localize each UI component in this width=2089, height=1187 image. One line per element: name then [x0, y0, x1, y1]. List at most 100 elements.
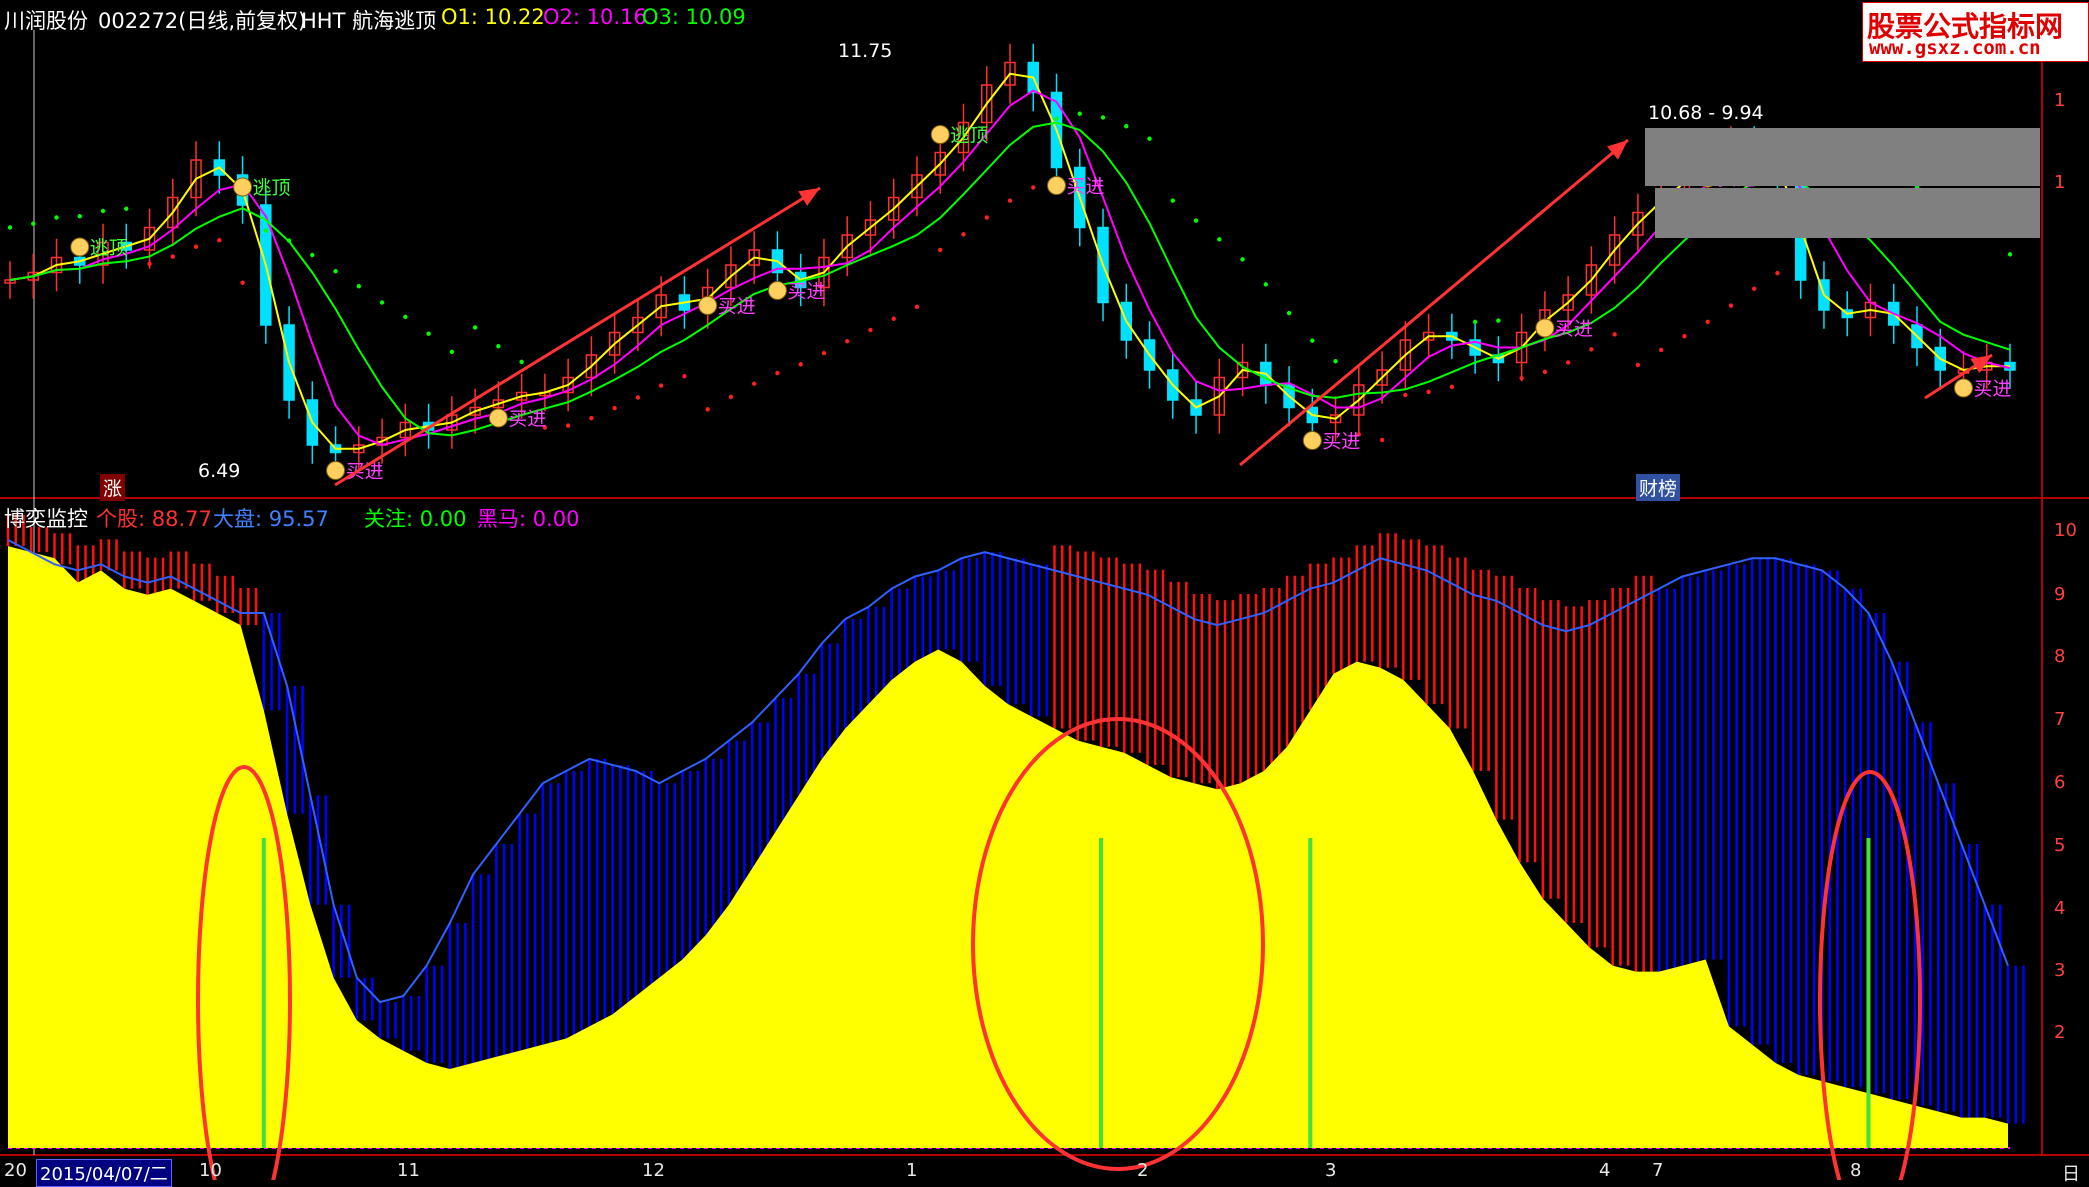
trailing-stop-dot [868, 327, 873, 333]
x-axis-month-label: 2 [1137, 1160, 1149, 1181]
trailing-stop-dot [984, 215, 989, 220]
x-axis-month-label: 10 [199, 1160, 222, 1181]
trailing-stop-dot [821, 350, 827, 356]
trailing-stop-dot [1542, 369, 1548, 375]
x-axis-right-label: 日 [2062, 1164, 2080, 1185]
signal-text: 买进 [346, 461, 384, 483]
trailing-stop-dot [1379, 437, 1385, 443]
trailing-stop-dot [775, 370, 780, 376]
trailing-stop-dot [7, 225, 13, 230]
x-axis-first-label: 20 [4, 1160, 27, 1181]
x-axis-month-label: 3 [1325, 1160, 1337, 1181]
money-bag-icon [70, 237, 90, 257]
signal-text: 逃顶 [253, 177, 291, 199]
lower-y-tick: 10 [2054, 520, 2077, 541]
buy-signal-icon: 买进 [1047, 176, 1105, 198]
money-bag-icon [930, 125, 950, 144]
trailing-stop-dot [1031, 185, 1036, 190]
buy-signal-icon: 买进 [488, 408, 546, 430]
trailing-stop-dot [891, 316, 896, 321]
x-axis-month-label: 12 [642, 1160, 665, 1181]
trailing-stop-dot [751, 381, 757, 386]
money-bag-icon [1302, 431, 1322, 450]
trailing-stop-dot [1728, 303, 1734, 308]
money-bag-icon [1953, 378, 1973, 398]
trailing-stop-dot [31, 221, 36, 226]
stock-name: 川润股份 [4, 9, 88, 33]
buy-signal-icon: 买进 [698, 296, 756, 318]
lower-y-tick: 5 [2054, 835, 2066, 856]
trailing-stop-dot [1124, 124, 1129, 129]
price-y-tick: 1 [2054, 90, 2066, 111]
trailing-stop-dot [728, 394, 734, 400]
trailing-stop-dot [310, 252, 315, 258]
escape-top-icon: 逃顶 [930, 125, 988, 147]
resistance-box [1655, 188, 2040, 238]
trailing-stop-dot [1100, 115, 1106, 120]
trailing-stop-dot [379, 300, 385, 305]
stock-code: 002272(日线,前复权) [98, 9, 307, 33]
trailing-stop-dot [1193, 218, 1199, 223]
escape-top-icon: 逃顶 [70, 237, 128, 259]
buy-signal-icon: 买进 [1535, 318, 1593, 340]
trailing-stop-dot [1054, 116, 1059, 121]
lower-y-tick: 9 [2054, 584, 2066, 605]
trailing-stop-dot [938, 247, 943, 253]
money-bag-icon [488, 408, 508, 428]
x-axis-month-label: 11 [397, 1160, 420, 1181]
trailing-stop-dot [1612, 332, 1617, 337]
caibang-badge[interactable]: 财榜 [1636, 474, 1681, 501]
signal-text: 买进 [1322, 431, 1360, 453]
trailing-stop-dot [519, 359, 524, 365]
trailing-stop-dot [193, 244, 199, 249]
x-axis-month-label: 8 [1850, 1160, 1862, 1181]
trailing-stop-dot [286, 238, 292, 243]
trailing-stop-dot [1426, 389, 1431, 395]
trailing-stop-dot [1658, 347, 1664, 353]
trailing-stop-dot [333, 269, 338, 274]
lower-panel-title[interactable]: 博奕监控 [4, 503, 88, 533]
o3-value: O3: 10.09 [642, 5, 746, 29]
trailing-stop-dot [1682, 334, 1687, 339]
trailing-stop-dot [1496, 318, 1501, 323]
trailing-stop-dot [356, 284, 362, 289]
signal-text: 买进 [787, 281, 825, 303]
buy-signal-icon: 买进 [1953, 378, 2012, 400]
trailing-stop-dot [1589, 347, 1594, 352]
trailing-stop-dot [449, 349, 455, 355]
resistance-box [1645, 128, 2040, 186]
trailing-stop-dot [682, 374, 687, 379]
trailing-stop-dot [2007, 252, 2013, 257]
selected-date-box[interactable]: 2015/04/07/二 [36, 1159, 172, 1187]
buy-signal-icon: 买进 [1302, 431, 1360, 453]
x-axis-month-label: 4 [1599, 1160, 1611, 1181]
trailing-stop-dot [496, 344, 501, 349]
trailing-stop-dot [1077, 111, 1082, 116]
trailing-stop-dot [1403, 392, 1408, 398]
trailing-stop-dot [612, 405, 617, 411]
trailing-stop-dot [1565, 360, 1571, 365]
lower-y-tick: 6 [2054, 772, 2066, 793]
trailing-stop-dot [705, 407, 710, 412]
lower-y-tick: 7 [2054, 709, 2066, 730]
high-price-label: 11.75 [838, 40, 893, 62]
dapan-value: 大盘: 95.57 [213, 507, 329, 531]
signal-text: 逃顶 [950, 125, 988, 147]
trailing-stop-dot [263, 228, 269, 233]
heima-value: 黑马: 0.00 [477, 507, 580, 531]
signal-text: 买进 [1973, 378, 2011, 400]
trailing-stop-dot [170, 254, 175, 259]
zhang-badge[interactable]: 涨 [100, 474, 126, 501]
buy-signal-icon: 买进 [767, 281, 825, 303]
site-logo-url: www.gsxz.com.cn [1869, 37, 2041, 59]
trailing-stop-dot [658, 383, 664, 388]
indicator-name[interactable]: HHT 航海逃顶 [301, 5, 436, 35]
trailing-stop-dot [426, 331, 431, 336]
trailing-stop-dot [1775, 270, 1780, 276]
signal-text: 逃顶 [90, 237, 128, 259]
trailing-stop-dot [1263, 282, 1269, 287]
trailing-stop-dot [845, 339, 850, 344]
signal-text: 买进 [1067, 176, 1105, 198]
trailing-stop-dot [1751, 286, 1757, 291]
chart-canvas[interactable]: 逃顶逃顶买进买进买进买进逃顶买进买进买进买进逃顶买进 [0, 0, 2089, 1180]
